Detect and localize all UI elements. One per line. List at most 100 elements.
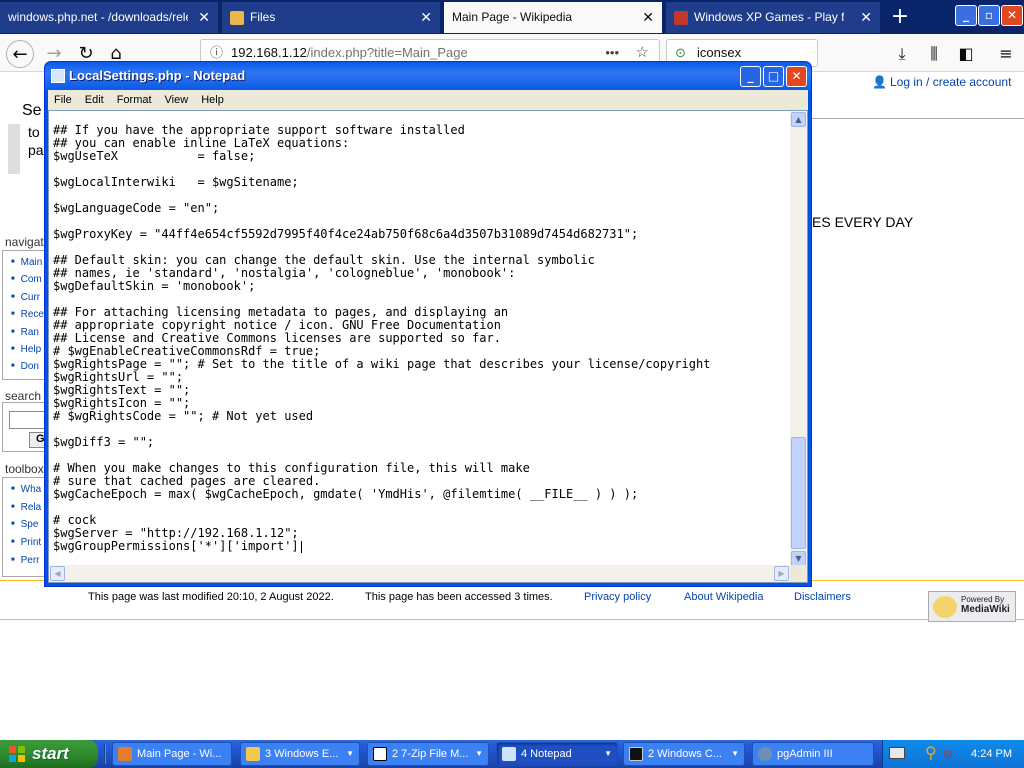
- mediawiki-logo-icon: [933, 596, 957, 618]
- tab-main-page-wikipedia[interactable]: Main Page - Wikipedia ✕: [444, 2, 662, 33]
- search-value: iconsex: [697, 45, 742, 60]
- no-network-icon[interactable]: ⊘: [943, 747, 953, 761]
- window-close-button[interactable]: ✕: [1001, 5, 1023, 26]
- text-line: $wgCacheEpoch = max( $wgCacheEpoch, gmda…: [53, 487, 639, 501]
- wiki-search-input[interactable]: [9, 411, 49, 429]
- group-arrow-icon: ▼: [731, 749, 739, 758]
- tab-label: Main Page - Wikipedia: [452, 10, 573, 24]
- menu-help[interactable]: Help: [195, 90, 230, 110]
- tab-windows-xp-games[interactable]: Windows XP Games - Play for Fre ✕: [666, 2, 880, 33]
- about-wikipedia-link[interactable]: About Wikipedia: [684, 591, 764, 603]
- powered-by-mediawiki-badge[interactable]: Powered By MediaWiki: [928, 591, 1016, 622]
- folder-icon: [230, 10, 244, 25]
- task-label: 2 Windows C...: [648, 748, 722, 760]
- text-line: $wgDiff3 = "";: [53, 435, 155, 449]
- text-line: $wgGroupPermissions['*']['import']: [53, 540, 791, 553]
- privacy-policy-link[interactable]: Privacy policy: [584, 591, 651, 603]
- maximize-button[interactable]: □: [763, 66, 784, 87]
- navigation-header: navigat: [5, 235, 44, 249]
- login-link[interactable]: Log in / create account: [890, 75, 1011, 89]
- task-pgadmin[interactable]: pgAdmin III: [752, 742, 874, 766]
- sidebar-icon[interactable]: ◧: [952, 40, 980, 68]
- nav-item-community[interactable]: Com: [11, 274, 42, 285]
- game-site-icon: [674, 10, 688, 25]
- start-button[interactable]: start: [0, 740, 98, 768]
- toolbox-item-special[interactable]: Spe: [11, 519, 39, 530]
- scroll-down-arrow-icon[interactable]: ▼: [791, 551, 806, 566]
- window-minimize-button[interactable]: _: [955, 5, 977, 26]
- close-icon[interactable]: ✕: [642, 2, 654, 33]
- close-icon[interactable]: ✕: [198, 2, 210, 33]
- url-path: /index.php?title=Main_Page: [306, 45, 468, 60]
- downloads-icon[interactable]: ⤓: [888, 40, 916, 68]
- tab-php-downloads[interactable]: windows.php.net - /downloads/releas ✕: [0, 2, 218, 33]
- scroll-up-arrow-icon[interactable]: ▲: [791, 112, 806, 127]
- close-icon[interactable]: ✕: [420, 2, 432, 33]
- text-line: # $wgRightsCode = ""; # Not yet used: [53, 409, 314, 423]
- partial-text: to: [28, 124, 40, 140]
- task-main-page[interactable]: Main Page - Wi...: [112, 742, 232, 766]
- disclaimers-link[interactable]: Disclaimers: [794, 591, 851, 603]
- vertical-scrollbar[interactable]: ▲ ▼: [790, 111, 807, 567]
- text-line: [53, 501, 791, 514]
- tab-files[interactable]: Files ✕: [222, 2, 440, 33]
- notepad-icon: [502, 747, 516, 761]
- minimize-button[interactable]: _: [740, 66, 761, 87]
- vertical-scroll-thumb[interactable]: [791, 437, 806, 549]
- notepad-title: LocalSettings.php - Notepad: [69, 68, 246, 83]
- menu-format[interactable]: Format: [111, 90, 158, 110]
- task-7zip[interactable]: 2 7-Zip File M... ▼: [367, 742, 489, 766]
- task-windows-command[interactable]: 2 Windows C... ▼: [623, 742, 745, 766]
- taskbar-separator: [104, 744, 106, 764]
- toolbox-portlet: Wha Rela Spe Print Perr: [2, 477, 48, 577]
- toolbox-item-permanent[interactable]: Perr: [11, 555, 40, 566]
- every-day-text: ES EVERY DAY: [812, 214, 914, 230]
- nav-item-donate[interactable]: Don: [11, 361, 39, 372]
- nav-item-help[interactable]: Help: [11, 344, 42, 355]
- library-icon[interactable]: ⫼: [920, 40, 948, 68]
- notepad-window: LocalSettings.php - Notepad _ □ ✕ File Ed…: [44, 61, 812, 587]
- task-label: 3 Windows E...: [265, 748, 339, 760]
- notepad-icon: [51, 69, 65, 83]
- toolbox-item-print[interactable]: Print: [11, 537, 42, 548]
- task-label: 2 7-Zip File M...: [392, 748, 469, 760]
- search-header: search: [5, 389, 42, 403]
- notepad-text-area[interactable]: ## If you have the appropriate support s…: [48, 110, 808, 583]
- new-tab-button[interactable]: +: [887, 4, 913, 30]
- menu-file[interactable]: File: [48, 90, 78, 110]
- keyboard-icon[interactable]: [889, 747, 905, 759]
- nav-item-current[interactable]: Curr: [11, 292, 40, 303]
- wiki-logo-fragment: [8, 124, 20, 174]
- close-icon[interactable]: ✕: [860, 2, 872, 33]
- menu-view[interactable]: View: [159, 90, 195, 110]
- tab-label: Windows XP Games - Play for Fre: [694, 10, 844, 24]
- group-arrow-icon: ▼: [604, 749, 612, 758]
- toolbox-item-related[interactable]: Rela: [11, 502, 42, 513]
- notepad-menu-bar: File Edit Format View Help: [48, 90, 808, 110]
- hamburger-menu-icon[interactable]: ≡: [992, 40, 1020, 68]
- notepad-text-content[interactable]: ## If you have the appropriate support s…: [53, 124, 791, 569]
- access-count-text: This page has been accessed 3 times.: [365, 591, 553, 603]
- task-label: 4 Notepad: [521, 748, 572, 760]
- nav-item-random[interactable]: Ran: [11, 327, 39, 338]
- notepad-title-bar[interactable]: LocalSettings.php - Notepad: [45, 62, 811, 90]
- task-notepad[interactable]: 4 Notepad ▼: [496, 742, 618, 766]
- scroll-left-arrow-icon[interactable]: ◀: [50, 566, 65, 581]
- group-arrow-icon: ▼: [346, 749, 354, 758]
- scroll-right-arrow-icon[interactable]: ▶: [774, 566, 789, 581]
- text-line: [53, 423, 791, 436]
- nav-item-main[interactable]: Main: [11, 257, 43, 268]
- horizontal-scrollbar[interactable]: ◀ ▶: [49, 565, 790, 582]
- window-maximize-button[interactable]: ▫: [978, 5, 1000, 26]
- size-grip[interactable]: [790, 565, 807, 582]
- task-windows-explorer[interactable]: 3 Windows E... ▼: [240, 742, 360, 766]
- close-button[interactable]: ✕: [786, 66, 807, 87]
- menu-edit[interactable]: Edit: [79, 90, 110, 110]
- text-line: $wgProxyKey = "44ff4e654cf5592d7995f40f4…: [53, 227, 639, 241]
- nav-item-recent[interactable]: Rece: [11, 309, 44, 320]
- back-arrow-icon[interactable]: ←: [6, 40, 34, 68]
- windows-logo-icon: [9, 746, 25, 762]
- toolbox-item-what-links[interactable]: Wha: [11, 484, 42, 495]
- content-border: [812, 118, 1024, 119]
- search-icon[interactable]: ⚲: [925, 745, 937, 761]
